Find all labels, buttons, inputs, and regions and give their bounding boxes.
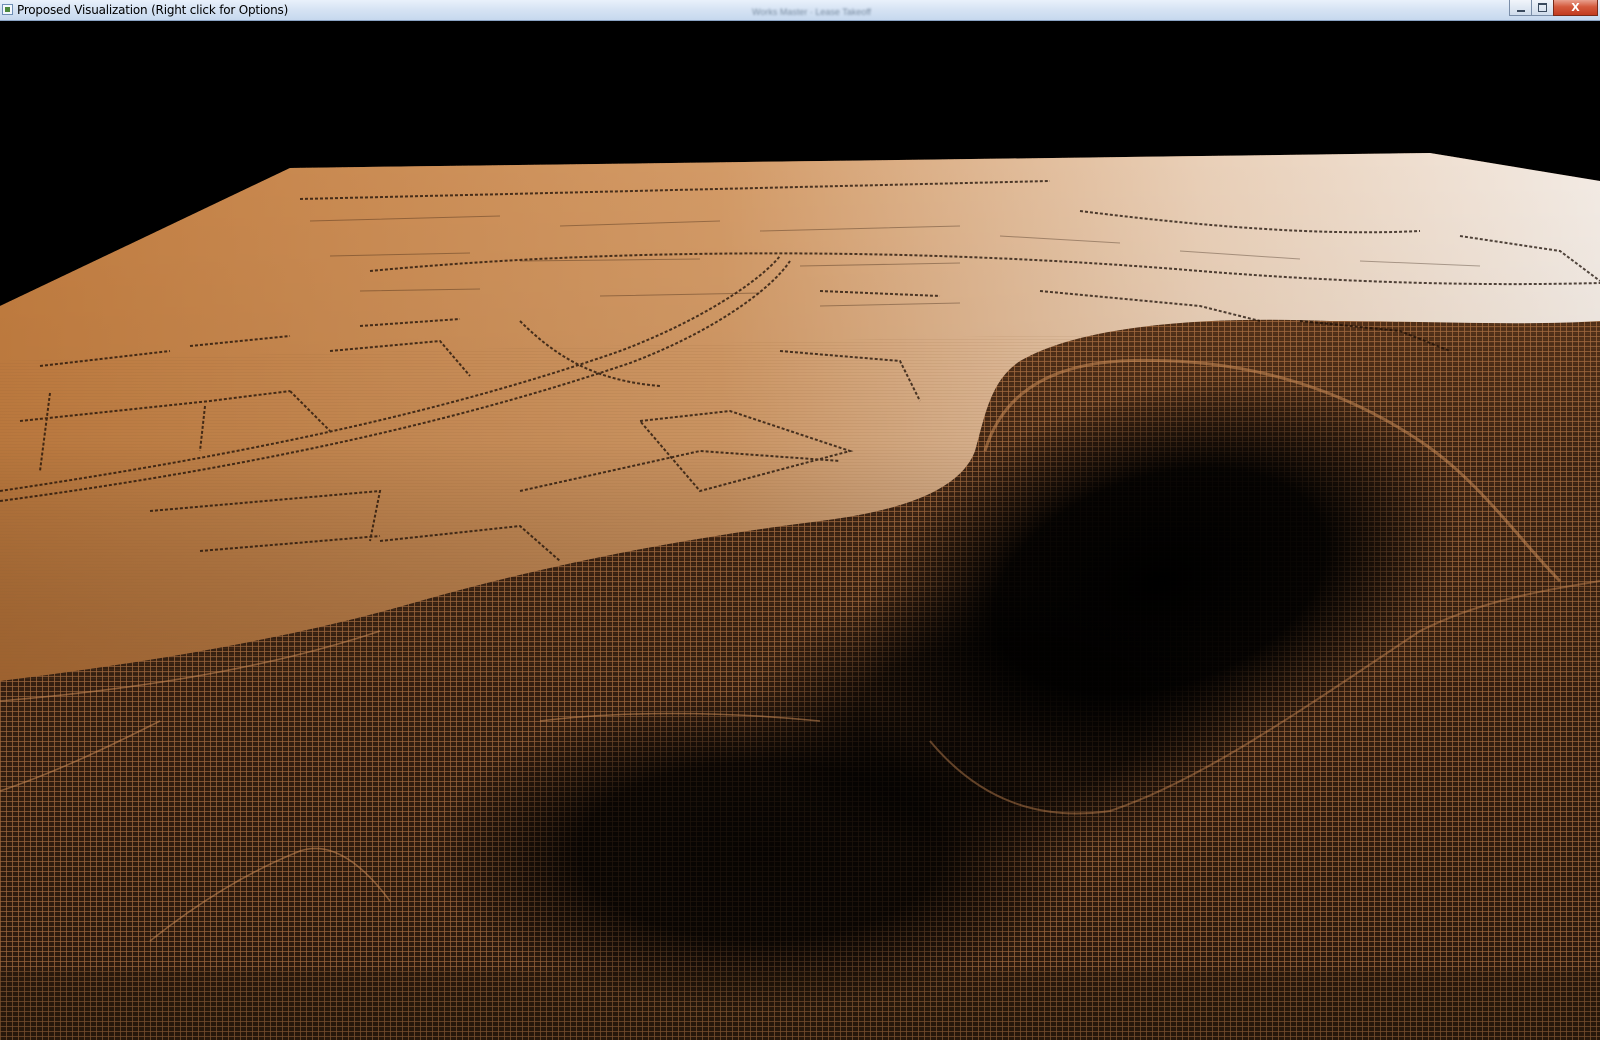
window-controls: X: [1509, 0, 1598, 17]
window-title: Proposed Visualization (Right click for …: [17, 3, 289, 17]
close-button[interactable]: X: [1553, 0, 1598, 16]
bottom-shade: [0, 971, 1600, 1040]
terrain-canvas[interactable]: [0, 21, 1600, 1040]
minimize-button[interactable]: [1509, 0, 1531, 16]
app-icon[interactable]: [2, 4, 13, 15]
maximize-button[interactable]: [1531, 0, 1553, 16]
minimize-icon: [1516, 9, 1525, 12]
3d-viewport[interactable]: [0, 21, 1600, 1040]
title-bar[interactable]: Proposed Visualization (Right click for …: [0, 0, 1600, 21]
maximize-icon: [1538, 3, 1547, 12]
close-icon: X: [1571, 1, 1580, 14]
visualization-window: Proposed Visualization (Right click for …: [0, 0, 1600, 1040]
background-window-title: Works Master · Lease Takeoff: [752, 7, 872, 17]
